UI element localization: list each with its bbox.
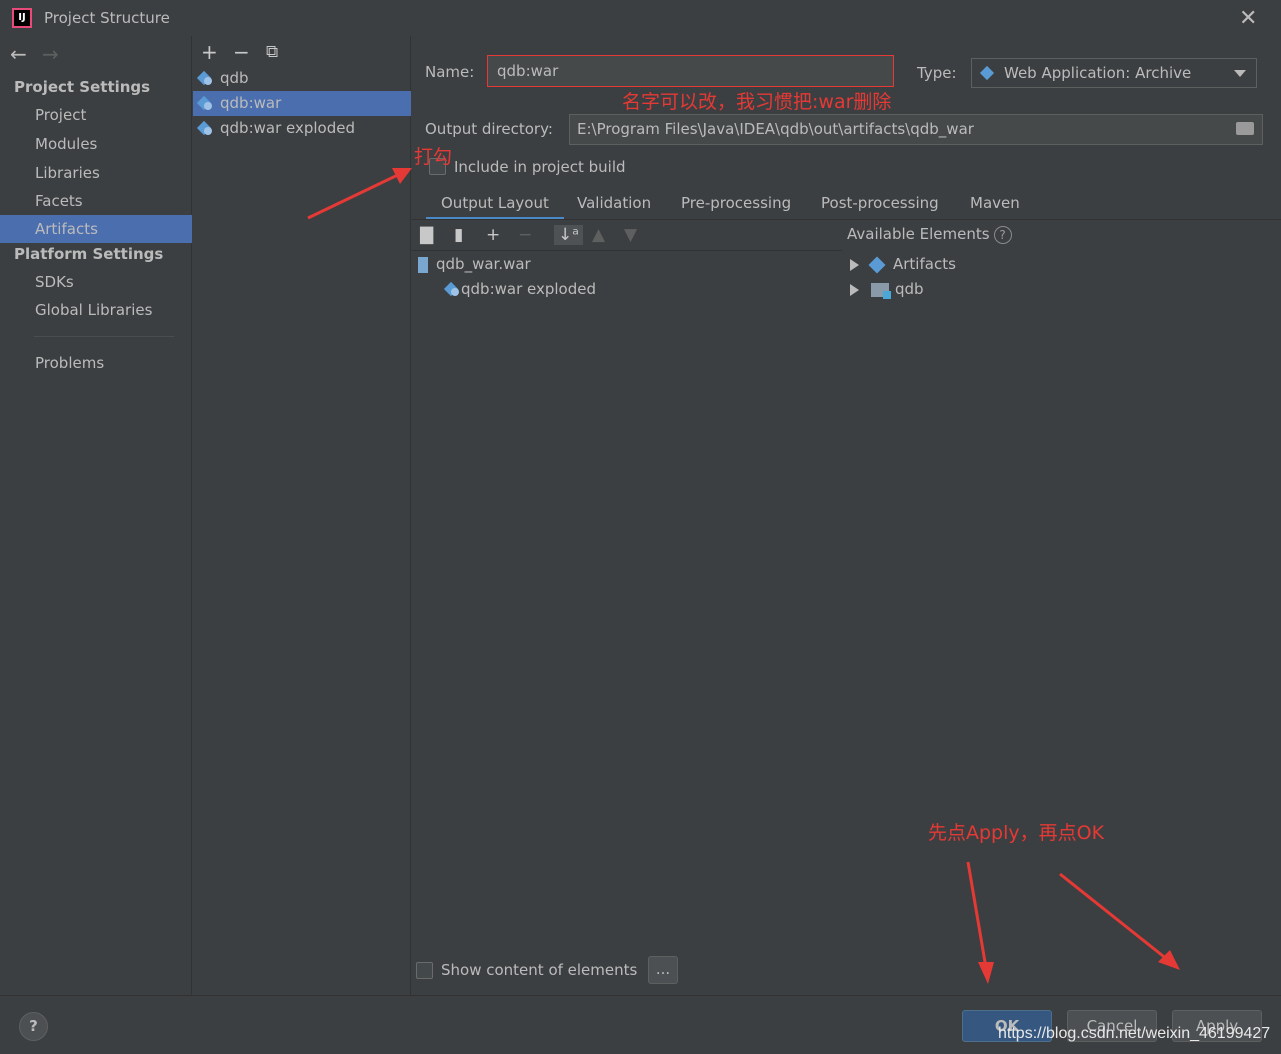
annotation-arrows xyxy=(307,168,1180,984)
arrow-to-ok xyxy=(966,861,988,969)
arrow-to-checkbox xyxy=(307,170,405,220)
arrowhead-ok xyxy=(978,962,994,984)
arrow-to-apply xyxy=(1059,872,1169,962)
watermark: https://blog.csdn.net/weixin_46199427 xyxy=(998,1025,1271,1042)
